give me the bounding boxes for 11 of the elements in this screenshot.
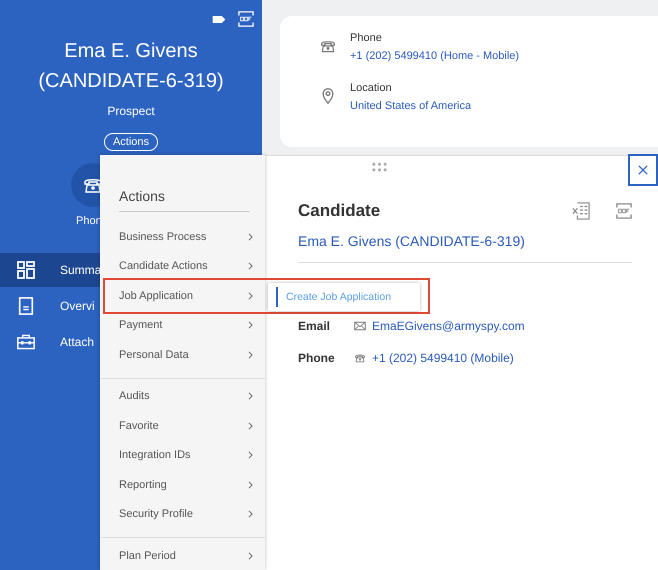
menu-title: Actions bbox=[119, 188, 250, 212]
field-label: Email bbox=[298, 319, 332, 333]
popup-title: Candidate bbox=[298, 201, 382, 221]
field-label: Phone bbox=[350, 32, 383, 44]
candidate-name: Ema E. Givens (CANDIDATE-6-319) bbox=[37, 39, 225, 94]
nav-label: Attach bbox=[60, 335, 94, 349]
candidate-status: Prospect bbox=[107, 104, 155, 118]
field-label: Phone bbox=[298, 351, 336, 365]
nav-label: Summa bbox=[60, 263, 102, 277]
nav-label: Overvi bbox=[60, 299, 95, 313]
field-label: Location bbox=[350, 82, 393, 94]
